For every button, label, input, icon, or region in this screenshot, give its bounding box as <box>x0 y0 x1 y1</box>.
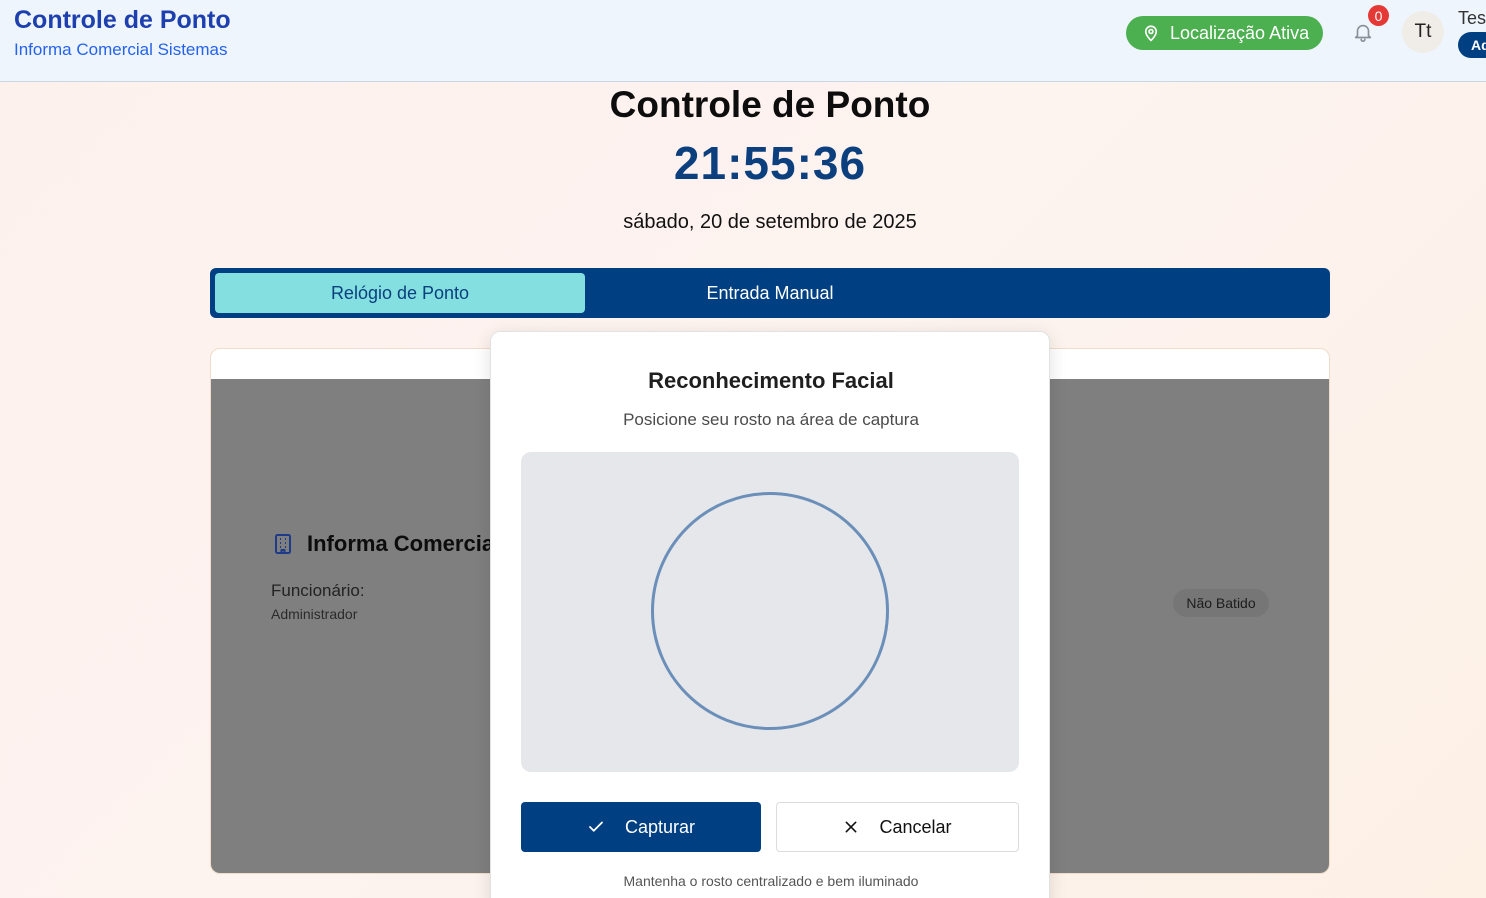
employee-value: Administrador <box>271 606 358 622</box>
location-status-badge[interactable]: Localização Ativa <box>1126 16 1323 50</box>
current-time: 21:55:36 <box>673 137 867 189</box>
capture-button[interactable]: Capturar <box>521 802 761 852</box>
camera-capture-area <box>521 452 1019 772</box>
avatar[interactable]: Tt <box>1402 11 1444 53</box>
status-badge: Não Batido <box>1173 589 1269 617</box>
app-title: Controle de Ponto <box>14 6 231 34</box>
page-title: Controle de Ponto <box>609 84 931 125</box>
dialog-title: Reconhecimento Facial <box>648 368 894 393</box>
company-subtitle: Informa Comercial Sistemas <box>14 40 228 59</box>
tab-relogio-de-ponto[interactable]: Relógio de Ponto <box>215 273 585 313</box>
facial-recognition-dialog: Reconhecimento Facial Posicione seu rost… <box>490 331 1050 898</box>
map-pin-icon <box>1144 25 1158 42</box>
tab-entrada-manual[interactable]: Entrada Manual <box>585 273 955 313</box>
building-icon <box>275 534 291 554</box>
company-heading: Informa Comercial <box>271 531 500 557</box>
dialog-subtitle: Posicione seu rosto na área de captura <box>623 410 919 429</box>
employee-label: Funcionário: <box>271 581 365 600</box>
tab-bar: Relógio de Ponto Entrada Manual <box>210 268 1330 318</box>
top-bar: Controle de Ponto Informa Comercial Sist… <box>0 0 1486 82</box>
current-date: sábado, 20 de setembro de 2025 <box>623 211 917 233</box>
cancel-button-label: Cancelar <box>879 816 952 837</box>
location-status-label: Localização Ativa <box>1170 22 1310 43</box>
face-guide-circle <box>651 492 889 730</box>
bell-icon[interactable] <box>1352 20 1374 44</box>
user-name: Tes <box>1458 8 1486 28</box>
company-name: Informa Comercial <box>307 531 501 556</box>
capture-button-label: Capturar <box>624 816 696 837</box>
cancel-button[interactable]: Cancelar <box>776 802 1019 852</box>
close-icon <box>846 821 857 833</box>
notification-count-badge: 0 <box>1368 5 1389 26</box>
user-role-badge: Ad <box>1458 32 1486 58</box>
check-icon <box>589 821 603 832</box>
capture-hint: Mantenha o rosto centralizado e bem ilum… <box>623 873 919 889</box>
